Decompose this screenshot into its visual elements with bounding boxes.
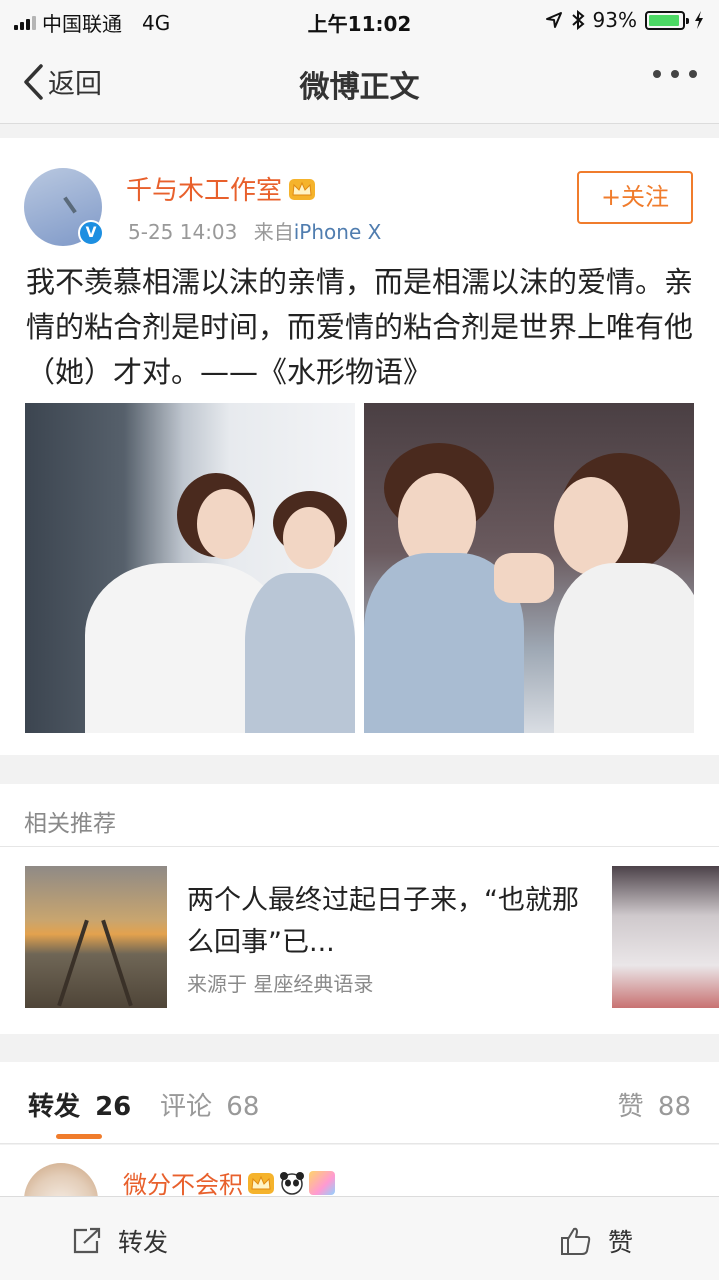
related-section: 相关推荐 两个人最终过起日子来，“也就那么回事”已... 来源于 星座经典语录 bbox=[0, 784, 719, 1034]
battery-fill bbox=[649, 14, 679, 26]
tab-comments-count: 68 bbox=[226, 1092, 260, 1122]
comment-author-name[interactable]: 微分不会积 bbox=[123, 1165, 243, 1200]
post-image[interactable] bbox=[25, 403, 355, 733]
post-text: 我不羡慕相濡以沫的亲情，而是相濡以沫的爱情。亲情的粘合剂是时间，而爱情的粘合剂是… bbox=[26, 265, 694, 389]
comment-author-row[interactable]: 微分不会积 bbox=[123, 1165, 335, 1200]
tab-reposts[interactable]: 转发 26 bbox=[28, 1086, 131, 1123]
post-image[interactable] bbox=[364, 403, 694, 733]
crown-icon bbox=[289, 178, 316, 200]
post-card: V 千与木工作室 5-25 14:03 来自iPhone X +关注 我不羡慕相… bbox=[0, 138, 719, 755]
like-button[interactable]: 赞 bbox=[560, 1223, 633, 1259]
panda-icon bbox=[280, 1171, 304, 1195]
badge-icon bbox=[309, 1170, 335, 1195]
status-right: 93% bbox=[545, 8, 705, 32]
post-meta: 5-25 14:03 来自iPhone X bbox=[128, 216, 381, 245]
tab-likes-count: 88 bbox=[657, 1092, 691, 1122]
related-item-thumbnail[interactable] bbox=[25, 866, 167, 1008]
share-icon bbox=[73, 1227, 101, 1254]
page-title: 微博正文 bbox=[299, 70, 420, 105]
related-item-headline[interactable]: 两个人最终过起日子来，“也就那么回事”已... bbox=[187, 880, 587, 964]
crown-icon bbox=[248, 1172, 274, 1194]
verified-badge: V bbox=[78, 220, 104, 246]
tab-reposts-count: 26 bbox=[95, 1092, 132, 1122]
repost-button-label: 转发 bbox=[118, 1228, 169, 1257]
follow-button[interactable]: +关注 bbox=[577, 171, 693, 224]
repost-button[interactable]: 转发 bbox=[72, 1223, 168, 1259]
tab-comments[interactable]: 评论 68 bbox=[160, 1086, 259, 1123]
like-button-label: 赞 bbox=[608, 1228, 634, 1257]
post-source-prefix: 来自 bbox=[253, 220, 294, 244]
interaction-tabs: 转发 26 评论 68 赞 88 bbox=[0, 1062, 719, 1144]
related-item-source: 来源于 星座经典语录 bbox=[187, 972, 374, 996]
active-tab-indicator bbox=[56, 1134, 102, 1139]
more-options-icon[interactable] bbox=[653, 70, 697, 78]
related-section-title: 相关推荐 bbox=[24, 811, 116, 837]
bluetooth-icon bbox=[571, 10, 585, 30]
post-timestamp: 5-25 14:03 bbox=[128, 220, 238, 244]
tab-likes-label: 赞 bbox=[617, 1092, 644, 1122]
tab-reposts-label: 转发 bbox=[28, 1092, 81, 1122]
tab-likes[interactable]: 赞 88 bbox=[618, 1086, 691, 1123]
battery-icon bbox=[645, 10, 689, 30]
divider bbox=[0, 846, 719, 847]
author-name-row[interactable]: 千与木工作室 bbox=[126, 170, 316, 207]
tab-comments-label: 评论 bbox=[160, 1092, 213, 1122]
battery-percent: 93% bbox=[592, 8, 637, 32]
location-icon bbox=[545, 12, 562, 28]
nav-bar: 返回 微博正文 bbox=[0, 40, 719, 124]
charging-icon bbox=[695, 11, 703, 29]
related-item-thumbnail-next[interactable] bbox=[612, 866, 719, 1008]
thumbs-up-icon bbox=[561, 1227, 591, 1255]
status-bar: 中国联通 4G 上午11:02 93% bbox=[0, 0, 719, 40]
post-source-device[interactable]: iPhone X bbox=[294, 220, 382, 244]
author-name[interactable]: 千与木工作室 bbox=[126, 170, 282, 207]
bottom-toolbar: 转发 赞 bbox=[0, 1196, 719, 1280]
